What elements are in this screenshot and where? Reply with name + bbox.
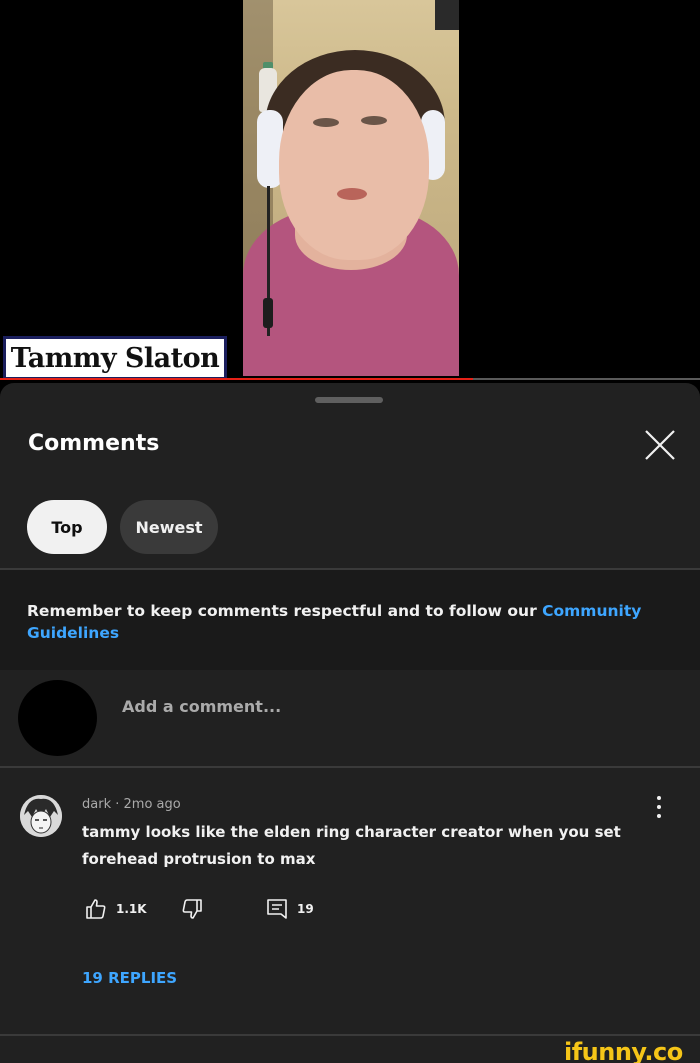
commenter-avatar[interactable] (20, 795, 62, 837)
comment-icon (267, 899, 287, 919)
divider (0, 766, 700, 768)
view-replies-button[interactable]: 19 REPLIES (82, 969, 177, 987)
sort-chip-newest-label: Newest (135, 517, 203, 537)
add-comment-row: Add a comment... (0, 671, 700, 767)
comment-author[interactable]: dark (82, 797, 111, 812)
thumbs-down-icon (182, 899, 202, 919)
name-caption: Tammy Slaton (3, 336, 227, 380)
ifunny-watermark: ifunny.co (564, 1038, 683, 1063)
anime-face-icon (20, 795, 62, 837)
comments-title: Comments (28, 431, 160, 456)
like-button[interactable]: 1.1K (84, 897, 147, 921)
more-vert-icon (657, 796, 661, 800)
close-button[interactable] (640, 425, 680, 465)
sort-chip-top[interactable]: Top (27, 500, 107, 554)
drag-handle[interactable] (315, 397, 383, 403)
video-progress-bar[interactable] (0, 378, 700, 380)
video-player[interactable]: Tammy Slaton (0, 0, 700, 380)
comments-sheet: Comments Top Newest Remember to keep com… (0, 383, 700, 1063)
comment-more-button[interactable] (648, 793, 670, 821)
guidelines-notice: Remember to keep comments respectful and… (0, 570, 700, 670)
reply-count: 19 (297, 902, 314, 916)
avatar[interactable] (18, 680, 97, 756)
comment-item: dark · 2mo ago tammy looks like the elde… (0, 779, 700, 1029)
dislike-button[interactable] (180, 897, 204, 921)
add-comment-input[interactable]: Add a comment... (122, 697, 281, 716)
meta-separator: · (115, 797, 120, 812)
name-caption-text: Tammy Slaton (10, 342, 220, 374)
reply-button[interactable]: 19 (265, 897, 314, 921)
thumbs-up-icon (86, 899, 106, 919)
like-count: 1.1K (116, 902, 147, 916)
video-progress-fill (0, 378, 473, 380)
comment-meta: dark · 2mo ago (82, 797, 181, 812)
divider (0, 1034, 700, 1036)
sort-chip-newest[interactable]: Newest (120, 500, 218, 554)
video-frame (243, 0, 459, 376)
comment-time: 2mo ago (123, 797, 181, 812)
comment-text: tammy looks like the elden ring characte… (82, 823, 621, 868)
notice-text: Remember to keep comments respectful and… (27, 602, 543, 620)
close-icon (645, 430, 675, 460)
sort-chip-top-label: Top (51, 517, 83, 537)
